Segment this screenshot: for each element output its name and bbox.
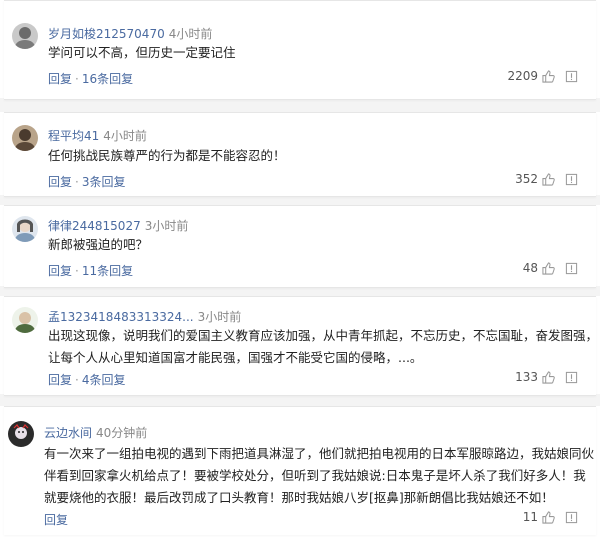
timestamp: 40分钟前 — [96, 426, 148, 440]
separator: · — [75, 72, 79, 86]
username[interactable]: 云边水间 — [44, 426, 92, 440]
comment-tools: 352 — [515, 172, 578, 186]
comment-line: 出现这现像，说明我们的爱国主义教育应该加强，从中青年抓起，不忘历史，不忘国耻，奋… — [48, 328, 599, 343]
reply-button[interactable]: 回复 — [44, 513, 68, 527]
comment-meta: 律律244815027 3小时前 — [48, 217, 188, 234]
like-count: 133 — [515, 370, 538, 384]
like-count: 2209 — [507, 69, 538, 83]
username[interactable]: 孟1323418483313324... — [48, 310, 194, 324]
reply-button[interactable]: 回复 — [48, 373, 72, 387]
report-flag-icon[interactable] — [565, 371, 578, 384]
timestamp: 4小时前 — [103, 129, 147, 143]
separator: · — [75, 264, 79, 278]
comment-tools: 133 — [515, 370, 578, 384]
comment-card: 岁月如梭212570470 4小时前 学问可以不高，但历史一定要记住 回复 · 16条… — [4, 0, 596, 100]
avatar[interactable] — [12, 23, 38, 49]
view-replies-link[interactable]: 3条回复 — [82, 175, 126, 189]
comment-card: 云边水间 40分钟前 有一次来了一组拍电视的遇到下雨把道具淋湿了，他们就把拍电视用… — [4, 406, 596, 535]
comment-line: 让每个人从心里知道国富才能民强，国强才不能受它国的侵略，...。 — [48, 350, 423, 365]
thumbs-up-icon[interactable] — [542, 510, 555, 524]
report-flag-icon[interactable] — [565, 511, 578, 524]
report-flag-icon[interactable] — [565, 262, 578, 275]
separator: · — [75, 175, 79, 189]
view-replies-link[interactable]: 4条回复 — [82, 373, 126, 387]
comment-line: 任何挑战民族尊严的行为都是不能容忍的！ — [48, 148, 286, 163]
comment-meta: 云边水间 40分钟前 — [44, 424, 147, 441]
comment-line: 伴看到回家拿火机给点了！要被学校处分，但听到了我姑娘说:日本鬼子是坏人杀了我们好… — [44, 468, 586, 483]
separator: · — [75, 373, 79, 387]
view-replies-link[interactable]: 16条回复 — [82, 72, 133, 86]
thumbs-up-icon[interactable] — [542, 172, 555, 186]
timestamp: 4小时前 — [168, 27, 213, 41]
like-count: 48 — [522, 261, 538, 275]
comment-tools: 11 — [523, 510, 578, 524]
comment-meta: 程平均41 4小时前 — [48, 127, 147, 144]
comment-line: 学问可以不高，但历史一定要记住 — [48, 45, 236, 60]
comment-actions: 回复 — [44, 511, 68, 528]
view-replies-link[interactable]: 11条回复 — [82, 264, 133, 278]
comment-text: 任何挑战民族尊严的行为都是不能容忍的！ — [48, 145, 286, 167]
comment-line: 有一次来了一组拍电视的遇到下雨把道具淋湿了，他们就把拍电视用的日本军服晾路边，我… — [44, 446, 595, 461]
username[interactable]: 程平均41 — [48, 129, 99, 143]
comment-text: 出现这现像，说明我们的爱国主义教育应该加强，从中青年抓起，不忘历史，不忘国耻，奋… — [48, 325, 598, 369]
comment-actions: 回复 · 11条回复 — [48, 262, 133, 279]
avatar[interactable] — [12, 307, 38, 333]
comment-card: 律律244815027 3小时前 新郎被强迫的吧？ 回复 · 11条回复 48 — [4, 205, 596, 288]
comment-tools: 2209 — [507, 69, 578, 83]
thumbs-up-icon[interactable] — [542, 69, 555, 83]
timestamp: 3小时前 — [197, 310, 242, 324]
avatar[interactable] — [12, 125, 38, 151]
thumbs-up-icon[interactable] — [542, 370, 555, 384]
report-flag-icon[interactable] — [565, 70, 578, 83]
comment-card: 程平均41 4小时前 任何挑战民族尊严的行为都是不能容忍的！ 回复 · 3条回复 35… — [4, 112, 596, 197]
comment-actions: 回复 · 3条回复 — [48, 173, 125, 190]
avatar[interactable] — [12, 216, 38, 242]
avatar[interactable] — [8, 421, 34, 447]
username[interactable]: 岁月如梭212570470 — [48, 27, 165, 41]
comment-meta: 孟1323418483313324... 3小时前 — [48, 308, 241, 325]
reply-button[interactable]: 回复 — [48, 72, 72, 86]
comment-text: 新郎被强迫的吧？ — [48, 234, 148, 256]
comment-card: 孟1323418483313324... 3小时前 出现这现像，说明我们的爱国主义… — [4, 296, 598, 396]
like-count: 352 — [515, 172, 538, 186]
comment-meta: 岁月如梭212570470 4小时前 — [48, 25, 212, 42]
comment-tools: 48 — [523, 261, 578, 275]
comment-actions: 回复 · 16条回复 — [48, 70, 133, 87]
reply-button[interactable]: 回复 — [48, 175, 72, 189]
reply-button[interactable]: 回复 — [48, 264, 72, 278]
comment-text: 学问可以不高，但历史一定要记住 — [48, 42, 236, 64]
thumbs-up-icon[interactable] — [542, 261, 555, 275]
report-flag-icon[interactable] — [565, 173, 578, 186]
comment-text: 有一次来了一组拍电视的遇到下雨把道具淋湿了，他们就把拍电视用的日本军服晾路边，我… — [44, 443, 594, 509]
comment-line: 新郎被强迫的吧？ — [48, 237, 149, 252]
like-count: 11 — [522, 510, 538, 524]
username[interactable]: 律律244815027 — [48, 219, 141, 233]
timestamp: 3小时前 — [144, 219, 189, 233]
card-gap — [0, 98, 600, 112]
comment-line: 就要烧他的衣服！最后改罚成了口头教育！那时我姑娘八岁[抠鼻]那新朗倡比我姑娘还不… — [44, 490, 554, 505]
comment-actions: 回复 · 4条回复 — [48, 371, 125, 388]
